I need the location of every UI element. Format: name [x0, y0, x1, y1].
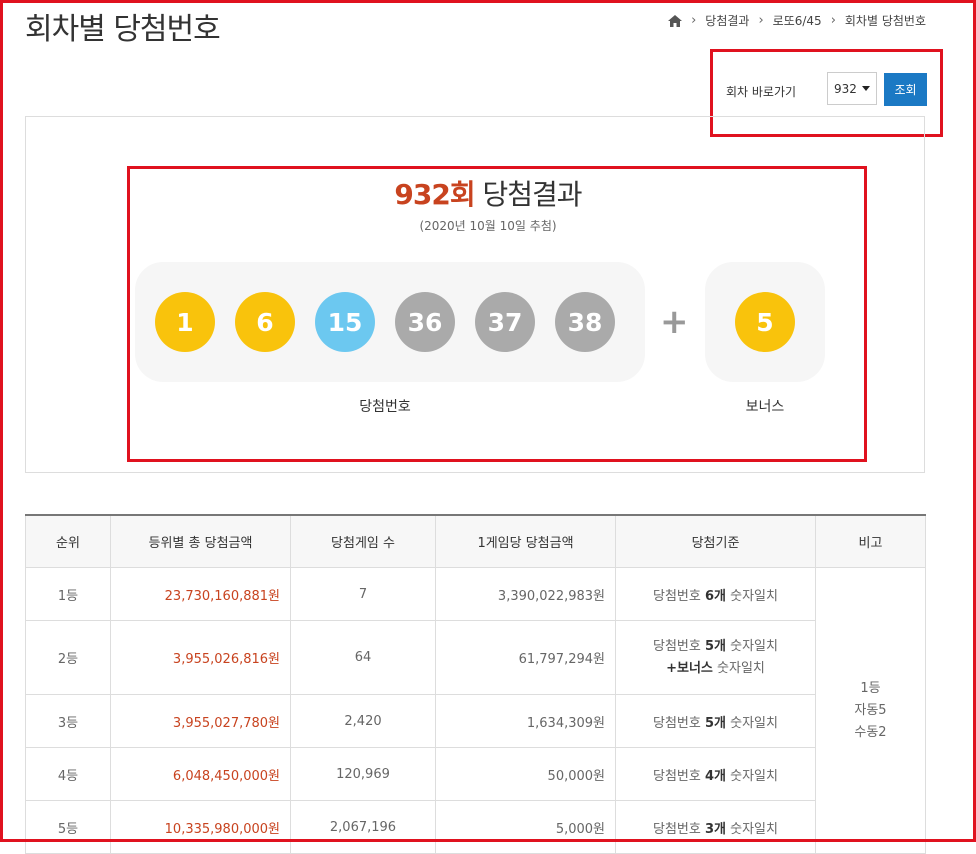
draw-date: (2020년 10월 10일 추첨): [419, 219, 557, 233]
column-header: 당첨게임 수: [290, 514, 436, 568]
round-select[interactable]: 932: [827, 72, 877, 105]
chevron-right-icon: ›: [691, 13, 697, 28]
winning-numbers-caption: 당첨번호: [359, 399, 411, 415]
breadcrumb-item[interactable]: 로또6/45: [773, 12, 822, 29]
total-prize-cell: 6,048,450,000원: [110, 747, 291, 801]
column-header: 비고: [815, 514, 926, 568]
prize-table: 순위 등위별 총 당첨금액 당첨게임 수 1게임당 당첨금액 당첨기준 비고 1…: [25, 514, 926, 854]
chevron-right-icon: ›: [758, 13, 764, 28]
total-prize-cell: 3,955,027,780원: [110, 694, 291, 748]
per-game-prize-cell: 1,634,309원: [435, 694, 616, 748]
round-select-value: 932: [834, 81, 857, 96]
total-prize-cell: 10,335,980,000원: [110, 800, 291, 854]
winner-count-cell: 7: [290, 567, 436, 621]
round-title: 932회 당첨결과: [0, 173, 976, 213]
criteria-cell: 당첨번호 5개 숫자일치: [615, 694, 816, 748]
total-prize-cell: 23,730,160,881원: [110, 567, 291, 621]
caret-down-icon: [862, 86, 870, 91]
column-header: 1게임당 당첨금액: [435, 514, 616, 568]
criteria-cell: 당첨번호 6개 숫자일치: [615, 567, 816, 621]
number-ball: 37: [475, 292, 535, 352]
number-ball: 15: [315, 292, 375, 352]
column-header: 등위별 총 당첨금액: [110, 514, 291, 568]
table-row: 5등 10,335,980,000원 2,067,196 5,000원 당첨번호…: [25, 800, 926, 854]
table-row: 1등 23,730,160,881원 7 3,390,022,983원 당첨번호…: [25, 567, 926, 854]
home-icon[interactable]: [668, 14, 683, 27]
criteria-cell: 당첨번호 5개 숫자일치 +보너스 숫자일치: [615, 620, 816, 695]
criteria-cell: 당첨번호 3개 숫자일치: [615, 800, 816, 854]
search-button[interactable]: 조회: [884, 73, 927, 106]
number-ball: 38: [555, 292, 615, 352]
per-game-prize-cell: 61,797,294원: [435, 620, 616, 695]
table-row: 2등 3,955,026,816원 64 61,797,294원 당첨번호 5개…: [25, 620, 926, 695]
column-header: 순위: [25, 514, 111, 568]
rank-cell: 1등: [25, 567, 111, 621]
criteria-cell: 당첨번호 4개 숫자일치: [615, 747, 816, 801]
per-game-prize-cell: 3,390,022,983원: [435, 567, 616, 621]
breadcrumb-item[interactable]: 당첨결과: [705, 12, 749, 29]
round-heading-suffix: 당첨결과: [474, 178, 583, 211]
table-row: 3등 3,955,027,780원 2,420 1,634,309원 당첨번호 …: [25, 694, 926, 748]
column-header: 당첨기준: [615, 514, 816, 568]
round-number: 932회: [394, 178, 475, 211]
rank-cell: 3등: [25, 694, 111, 748]
plus-icon: +: [660, 302, 689, 342]
round-jump-label: 회차 바로가기: [726, 85, 797, 99]
page-title: 회차별 당첨번호: [25, 12, 221, 47]
rank-cell: 2등: [25, 620, 111, 695]
rank-cell: 4등: [25, 747, 111, 801]
winner-count-cell: 2,067,196: [290, 800, 436, 854]
rank-cell: 5등: [25, 800, 111, 854]
table-header-row: 순위 등위별 총 당첨금액 당첨게임 수 1게임당 당첨금액 당첨기준 비고: [25, 514, 926, 568]
per-game-prize-cell: 5,000원: [435, 800, 616, 854]
bonus-caption: 보너스: [745, 399, 785, 415]
note-cell: 1등 자동5 수동2: [815, 567, 926, 854]
number-ball: 36: [395, 292, 455, 352]
chevron-right-icon: ›: [830, 13, 836, 28]
winner-count-cell: 120,969: [290, 747, 436, 801]
breadcrumb-item-current[interactable]: 회차별 당첨번호: [845, 12, 926, 29]
winner-count-cell: 2,420: [290, 694, 436, 748]
table-row: 4등 6,048,450,000원 120,969 50,000원 당첨번호 4…: [25, 747, 926, 801]
number-ball: 6: [235, 292, 295, 352]
winner-count-cell: 64: [290, 620, 436, 695]
breadcrumb: › 당첨결과 › 로또6/45 › 회차별 당첨번호: [668, 12, 926, 29]
per-game-prize-cell: 50,000원: [435, 747, 616, 801]
bonus-ball: 5: [735, 292, 795, 352]
number-ball: 1: [155, 292, 215, 352]
total-prize-cell: 3,955,026,816원: [110, 620, 291, 695]
